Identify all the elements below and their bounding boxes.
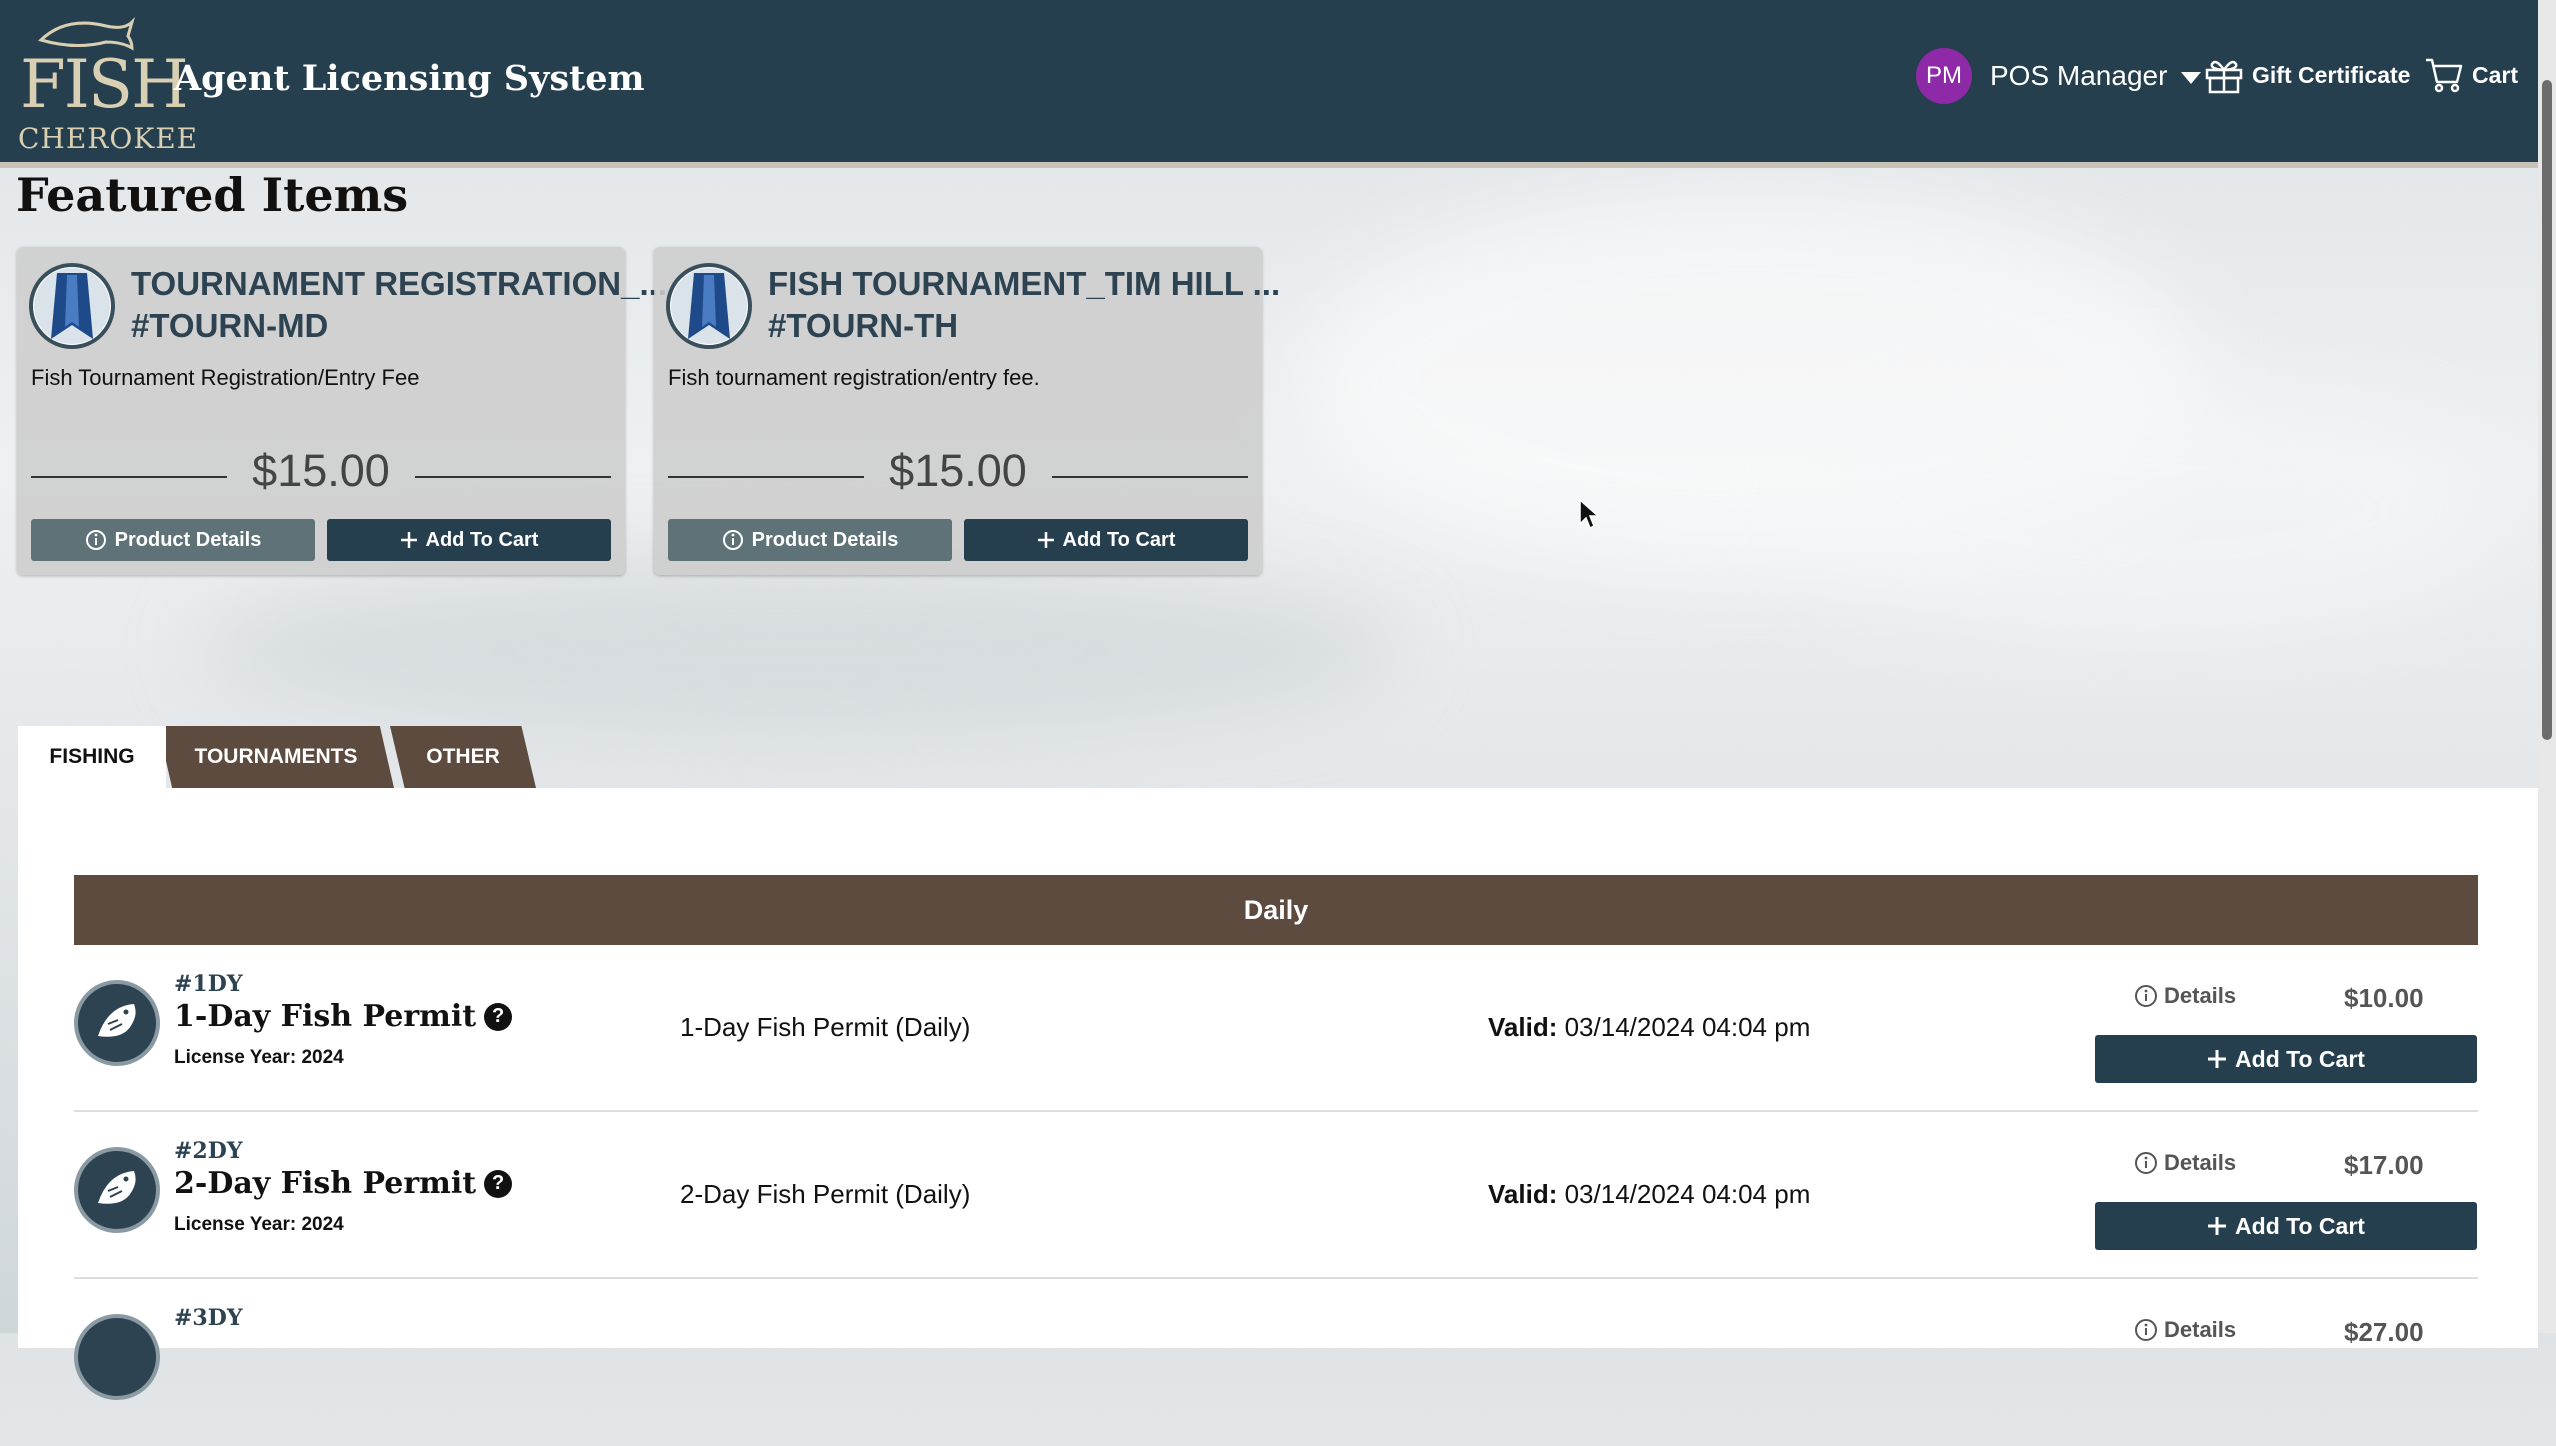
tab-fishing[interactable]: FISHING xyxy=(18,726,166,788)
logo-fish-text: FISH xyxy=(20,46,189,123)
add-to-cart-label: Add To Cart xyxy=(425,528,539,551)
fish-cherokee-logo[interactable]: FISH CHEROKEE xyxy=(14,12,197,154)
featured-title-line1: FISH TOURNAMENT_TIM HILL ... xyxy=(768,265,1281,302)
gift-icon xyxy=(2205,60,2243,94)
table-row: #3DY Details $27.00 xyxy=(74,1279,2478,1446)
fish-badge-icon xyxy=(74,1147,160,1233)
plus-icon xyxy=(2208,1217,2227,1235)
table-row: #2DY 2-Day Fish Permit ? License Year: 2… xyxy=(74,1112,2478,1279)
info-icon xyxy=(2135,1319,2157,1341)
gift-certificate-link[interactable]: Gift Certificate xyxy=(2204,52,2410,98)
product-details-label: Product Details xyxy=(751,528,899,551)
tab-tournaments[interactable]: TOURNAMENTS xyxy=(158,726,394,788)
table-row: #1DY 1-Day Fish Permit ? License Year: 2… xyxy=(74,945,2478,1112)
vertical-scrollbar[interactable] xyxy=(2538,0,2556,1333)
product-name-container: 1-Day Fish Permit ? xyxy=(174,999,513,1034)
featured-items-heading: Featured Items xyxy=(16,168,409,222)
divider xyxy=(1052,476,1248,478)
valid-value: 03/14/2024 04:04 pm xyxy=(1564,1012,1811,1042)
chevron-down-icon xyxy=(2181,72,2202,84)
product-name-container: 2-Day Fish Permit ? xyxy=(174,1166,513,1201)
plus-icon xyxy=(400,532,417,548)
featured-card: TOURNAMENT REGISTRATION_... #TOURN-MD Fi… xyxy=(17,247,667,575)
user-name: POS Manager xyxy=(1990,60,2168,91)
ribbon-icon xyxy=(666,263,752,349)
featured-price: $15.00 xyxy=(252,445,390,496)
valid-date: Valid: 03/14/2024 04:04 pm xyxy=(1488,1012,1810,1043)
product-name: 2-Day Fish Permit xyxy=(174,1166,477,1201)
info-icon xyxy=(722,530,743,550)
fish-badge-icon xyxy=(74,980,160,1066)
valid-value: 03/14/2024 04:04 pm xyxy=(1564,1179,1811,1209)
plus-icon xyxy=(2208,1050,2227,1068)
valid-label: Valid: xyxy=(1488,1179,1558,1209)
product-code: #3DY xyxy=(174,1305,243,1331)
add-to-cart-label: Add To Cart xyxy=(1062,528,1176,551)
product-description: 1-Day Fish Permit (Daily) xyxy=(680,1012,971,1042)
details-label: Details xyxy=(2164,983,2237,1008)
tab-other[interactable]: OTHER xyxy=(390,726,536,788)
info-icon xyxy=(85,530,106,550)
details-label: Details xyxy=(2164,1150,2237,1175)
product-code: #2DY xyxy=(174,1138,243,1164)
section-header-daily: Daily xyxy=(74,875,2478,945)
user-menu[interactable]: PM POS Manager xyxy=(1916,48,2202,104)
logo-cherokee-text: CHEROKEE xyxy=(18,122,199,155)
product-price: $17.00 xyxy=(2344,1150,2424,1180)
product-price: $10.00 xyxy=(2344,983,2424,1013)
featured-code: #TOURN-MD xyxy=(131,307,329,344)
fish-badge-icon xyxy=(74,1314,160,1400)
license-year: License Year: 2024 xyxy=(174,1047,344,1068)
app-title: Agent Licensing System xyxy=(174,58,645,99)
product-code: #1DY xyxy=(174,971,243,997)
add-to-cart-label: Add To Cart xyxy=(2235,1212,2365,1239)
add-to-cart-button[interactable]: Add To Cart xyxy=(327,519,611,561)
valid-label: Valid: xyxy=(1488,1012,1558,1042)
details-link[interactable]: Details xyxy=(2134,983,2236,1009)
info-icon xyxy=(2135,985,2157,1007)
scrollbar-thumb[interactable] xyxy=(2542,80,2552,740)
featured-title-line1: TOURNAMENT REGISTRATION_... xyxy=(131,265,667,302)
product-details-button[interactable]: Product Details xyxy=(668,519,952,561)
cart-icon xyxy=(2426,58,2463,93)
featured-code: #TOURN-TH xyxy=(768,307,959,344)
background-cloud xyxy=(200,560,1400,740)
cart-link[interactable]: Cart xyxy=(2424,52,2518,98)
help-icon[interactable]: ? xyxy=(484,1002,513,1031)
divider xyxy=(415,476,611,478)
background-cloud xyxy=(1800,380,2500,640)
add-to-cart-button[interactable]: Add To Cart xyxy=(964,519,1248,561)
product-details-button[interactable]: Product Details xyxy=(31,519,315,561)
product-name: 1-Day Fish Permit xyxy=(174,999,477,1034)
product-details-label: Product Details xyxy=(114,528,262,551)
avatar: PM xyxy=(1916,48,1972,104)
valid-date: Valid: 03/14/2024 04:04 pm xyxy=(1488,1179,1810,1210)
help-icon[interactable]: ? xyxy=(484,1169,513,1198)
featured-card: FISH TOURNAMENT_TIM HILL ... #TOURN-TH F… xyxy=(654,247,1280,575)
plus-icon xyxy=(1037,532,1054,548)
add-to-cart-button[interactable]: Add To Cart xyxy=(2095,1202,2477,1250)
add-to-cart-label: Add To Cart xyxy=(2235,1045,2365,1072)
details-link[interactable]: Details xyxy=(2134,1317,2236,1343)
mouse-cursor-icon xyxy=(1579,498,1600,530)
details-link[interactable]: Details xyxy=(2134,1150,2236,1176)
featured-price: $15.00 xyxy=(889,445,1027,496)
featured-description: Fish tournament registration/entry fee. xyxy=(668,365,1040,390)
ribbon-icon xyxy=(29,263,115,349)
gift-certificate-label: Gift Certificate xyxy=(2252,61,2411,88)
top-header: FISH CHEROKEE Agent Licensing System PM … xyxy=(0,0,2556,168)
product-description: 2-Day Fish Permit (Daily) xyxy=(680,1179,971,1209)
cart-label: Cart xyxy=(2472,61,2519,88)
featured-description: Fish Tournament Registration/Entry Fee xyxy=(31,365,420,390)
add-to-cart-button[interactable]: Add To Cart xyxy=(2095,1035,2477,1083)
info-icon xyxy=(2135,1152,2157,1174)
license-year: License Year: 2024 xyxy=(174,1214,344,1235)
details-label: Details xyxy=(2164,1317,2237,1342)
